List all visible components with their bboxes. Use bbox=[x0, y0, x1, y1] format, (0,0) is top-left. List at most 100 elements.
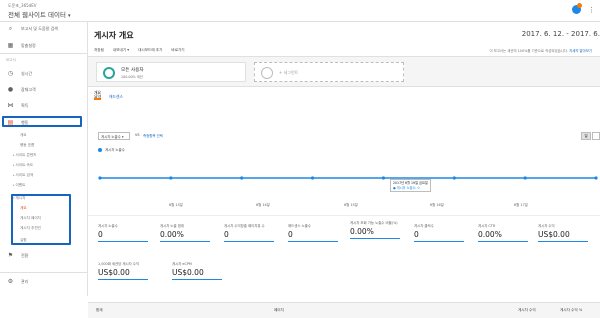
x-tick: 6월 14일 bbox=[256, 203, 270, 207]
sidebar-subitem-overview[interactable]: 개요 bbox=[20, 133, 27, 138]
sampling-note: 이 보고서는 세션의 100%를 기준으로 작성되었습니다. 자세히 알아보기 bbox=[489, 48, 592, 53]
search-placeholder: 보고서 및 도움말 검색 bbox=[21, 26, 58, 31]
top-bar: 도문초_365dEV 전체 웹사이트 데이터 ▾ ⋮ bbox=[0, 0, 600, 22]
x-tick: 6월 17일 bbox=[514, 203, 528, 207]
highlight-publisher bbox=[11, 194, 71, 245]
sidebar-item-audience[interactable]: ● 잠재고객 bbox=[6, 86, 36, 93]
sparkline bbox=[538, 241, 588, 243]
sampling-text: 이 보고서는 세션의 100%를 기준으로 작성되었습니다. bbox=[489, 49, 568, 53]
learn-more-link[interactable]: 자세히 알아보기 bbox=[569, 49, 592, 53]
data-point[interactable] bbox=[169, 176, 173, 180]
tooltip-value: ● 게시자 노출수: 0 bbox=[393, 185, 420, 190]
sparkline bbox=[414, 241, 464, 243]
sidebar-item-conversions[interactable]: ⚑ 전환 bbox=[6, 252, 29, 259]
add-segment-label: + 세그먼트 bbox=[279, 70, 299, 75]
segment-area: 모든 사용자 100.00% 세션 + 세그먼트 개요 bbox=[88, 57, 600, 101]
view-summary-tab[interactable]: 요약 bbox=[94, 94, 101, 100]
segment-ring-icon bbox=[103, 67, 115, 79]
metric-label: 게시자 수익창출 페이지뷰 수 bbox=[224, 224, 265, 228]
x-tick: 6월 13일 bbox=[169, 203, 183, 207]
metric-label: 게시자 수익 bbox=[538, 224, 555, 228]
main-content: 게시자 개요 2017. 6. 12. - 2017. 6. 저장됨 내보내기 … bbox=[88, 22, 600, 318]
metric-value: 0 bbox=[98, 230, 103, 240]
metric-value: 0 bbox=[288, 230, 293, 240]
sidebar-search[interactable]: ⌕ 보고서 및 도움말 검색 bbox=[6, 25, 58, 33]
notification-badge bbox=[577, 3, 582, 8]
gear-icon: ⚙ bbox=[7, 278, 14, 285]
column-header[interactable]: 합계 bbox=[96, 308, 103, 313]
x-tick: 6월 16일 bbox=[430, 203, 444, 207]
sidebar-subitem-events[interactable]: 이벤트 bbox=[13, 183, 25, 188]
metric-publisher-ctr: 게시자 CTR 0.00% bbox=[478, 224, 538, 243]
save-button[interactable]: 저장됨 bbox=[94, 48, 104, 53]
granularity-day-button[interactable]: 일 bbox=[581, 132, 591, 140]
column-header[interactable]: 게시자 수익 bbox=[518, 308, 536, 313]
metric-label: 게시자 노출수 bbox=[98, 224, 118, 228]
sidebar-item-acquisition[interactable]: ⋈ 획득 bbox=[6, 102, 29, 109]
data-point[interactable] bbox=[310, 176, 315, 180]
metric-value: 0.00% bbox=[478, 230, 502, 240]
sidebar-item-label: 실시간 bbox=[21, 70, 33, 76]
metric-label: 게시자 CTR bbox=[478, 224, 496, 228]
data-point[interactable] bbox=[594, 176, 598, 180]
metric-dropdown-value: 게시자 노출수 bbox=[101, 135, 121, 139]
sidebar-subitem-behavior-flow[interactable]: 행동 흐름 bbox=[20, 143, 34, 148]
sidebar-item-admin[interactable]: ⚙ 관리 bbox=[6, 278, 29, 285]
sidebar-item-label: 잠재고객 bbox=[21, 86, 36, 92]
segment-percent: 100.00% 세션 bbox=[121, 75, 143, 79]
view-toggle: 요약 애드센스 bbox=[94, 94, 123, 100]
data-point[interactable] bbox=[381, 176, 386, 180]
metric-revenue-per-1000-sessions: 1,000회 세션당 게시자 수익 US$0.00 bbox=[98, 262, 162, 281]
sidebar-subitem-site-search[interactable]: 사이트 검색 bbox=[13, 173, 33, 178]
metric-value: US$0.00 bbox=[538, 230, 570, 240]
column-header[interactable]: 페이지 bbox=[274, 308, 284, 313]
sidebar-subitem-site-speed[interactable]: 사이트 속도 bbox=[13, 163, 33, 168]
tooltip-date: 2017년 6월 19일 금요일 bbox=[393, 181, 428, 185]
sidebar-subitem-site-content[interactable]: 사이트 콘텐츠 bbox=[13, 153, 36, 158]
data-point[interactable] bbox=[240, 176, 244, 180]
metric-publisher-impressions: 게시자 노출수 0 bbox=[98, 224, 158, 243]
shortcut-button[interactable]: 바로가기 bbox=[171, 48, 184, 53]
sidebar-item-home[interactable]: ▦ 맞춤설정 bbox=[6, 42, 36, 49]
divider bbox=[0, 53, 88, 54]
share-icon: ⋈ bbox=[7, 102, 14, 109]
granularity-week-button[interactable] bbox=[592, 132, 600, 140]
add-to-dashboard-button[interactable]: 대시보드에 추가 bbox=[138, 48, 162, 53]
date-range-picker[interactable]: 2017. 6. 12. - 2017. 6. bbox=[522, 30, 600, 38]
metric-label: 게시자 조회 가능 노출수 비율(%) bbox=[350, 221, 398, 225]
sidebar-item-label: 관리 bbox=[21, 278, 29, 284]
data-point[interactable] bbox=[523, 176, 527, 180]
metric-value: US$0.00 bbox=[98, 268, 130, 278]
view-adsense-tab[interactable]: 애드센스 bbox=[109, 94, 123, 100]
metric-value: US$0.00 bbox=[172, 268, 204, 278]
segment-card-all-users[interactable]: 모든 사용자 100.00% 세션 bbox=[96, 62, 246, 82]
add-segment-button[interactable]: + 세그먼트 bbox=[254, 62, 404, 82]
sparkline bbox=[288, 241, 338, 243]
more-options-icon[interactable]: ⋮ bbox=[588, 6, 595, 14]
data-point[interactable] bbox=[452, 176, 456, 180]
view-name: 전체 웹사이트 데이터 bbox=[8, 11, 66, 19]
metric-value: 0 bbox=[414, 230, 419, 240]
sidebar-item-realtime[interactable]: ◷ 실시간 bbox=[6, 70, 32, 77]
metric-value: 0.00% bbox=[350, 227, 374, 237]
sidebar-item-label: 맞춤설정 bbox=[21, 42, 36, 48]
export-button[interactable]: 내보내기 ▾ bbox=[113, 48, 129, 53]
clock-icon: ◷ bbox=[7, 70, 14, 77]
column-header[interactable]: 게시자 수익 % bbox=[560, 308, 582, 313]
metric-dropdown[interactable]: 게시자 노출수 ▾ bbox=[98, 132, 130, 140]
sidebar: ⌕ 보고서 및 도움말 검색 ▦ 맞춤설정 보고서 ◷ 실시간 ● 잠재고객 ⋈… bbox=[0, 22, 88, 296]
highlight-behavior bbox=[2, 116, 82, 127]
metric-value: 0 bbox=[224, 230, 229, 240]
metric-label: 게시자 노출 범위 bbox=[160, 224, 184, 228]
search-icon: ⌕ bbox=[8, 25, 13, 32]
view-selector[interactable]: 전체 웹사이트 데이터 ▾ bbox=[8, 9, 70, 19]
metric-viewable-impressions: 게시자 조회 가능 노출수 비율(%) 0.00% bbox=[350, 221, 410, 240]
x-tick: 6월 15일 bbox=[344, 203, 358, 207]
table-header: 합계 페이지 게시자 수익 게시자 수익 % bbox=[88, 302, 600, 318]
metric-label: 게시자 클릭수 bbox=[414, 224, 434, 228]
select-metric-link[interactable]: 측정항목 선택 bbox=[143, 133, 163, 138]
page-title: 게시자 개요 bbox=[94, 31, 134, 40]
grid-icon: ▦ bbox=[7, 42, 14, 49]
data-point[interactable] bbox=[98, 176, 102, 180]
tab-bar: 개요 bbox=[88, 86, 600, 101]
